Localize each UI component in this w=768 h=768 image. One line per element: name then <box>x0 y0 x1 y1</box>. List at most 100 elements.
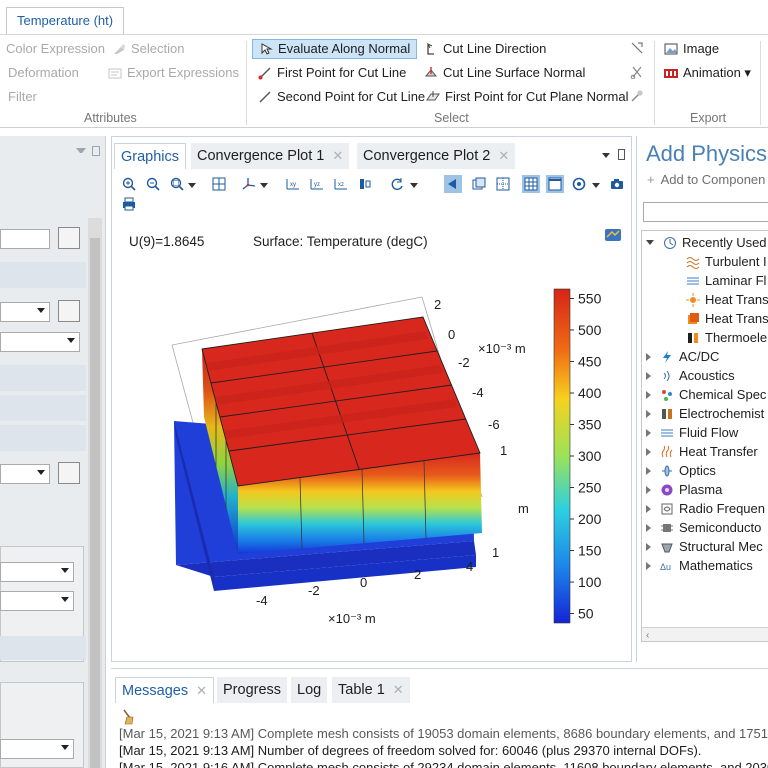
pin-icon[interactable] <box>92 146 100 156</box>
tree-item-recent[interactable]: Thermoele <box>686 328 767 347</box>
tree-node-category[interactable]: Fluid Flow <box>646 423 738 442</box>
camera-icon[interactable] <box>610 177 624 191</box>
tree-node-category[interactable]: Structural Mec <box>646 537 763 556</box>
tree-node-category[interactable]: Semiconducto <box>646 518 761 537</box>
expand-icon[interactable] <box>646 371 651 380</box>
export-expressions-button[interactable]: Export Expressions <box>108 63 239 83</box>
tree-item-recent[interactable]: Laminar Fl <box>686 271 766 290</box>
scroll-left-icon[interactable]: ‹ <box>646 630 649 641</box>
view-orientation-icon[interactable] <box>358 177 372 191</box>
expand-icon[interactable] <box>646 390 651 399</box>
expand-icon[interactable] <box>646 409 651 418</box>
section-header[interactable] <box>0 365 86 391</box>
deformation-button[interactable]: Deformation <box>8 63 79 83</box>
expand-icon[interactable] <box>646 352 651 361</box>
settings-select[interactable] <box>0 332 80 352</box>
cut-tool-icon[interactable] <box>630 65 644 79</box>
filter-button[interactable]: Filter <box>8 87 37 107</box>
chevron-down-icon[interactable] <box>592 183 600 188</box>
close-icon[interactable]: ✕ <box>332 148 343 163</box>
settings-select[interactable] <box>0 302 50 322</box>
tree-node-category[interactable]: Chemical Spec <box>646 385 766 404</box>
temperature-3d-plot[interactable]: 2 0 -2 -4 -6 ×10⁻³ m 1 m 1 -4 -2 0 2 4 ×… <box>152 277 542 637</box>
tree-item-recent[interactable]: Heat Trans <box>686 309 768 328</box>
render-settings-icon[interactable] <box>572 177 586 191</box>
transparency-icon[interactable] <box>472 177 486 191</box>
scene-light-icon[interactable] <box>444 175 462 193</box>
tab-table-1[interactable]: Table 1 ✕ <box>332 677 410 703</box>
settings-select[interactable] <box>0 591 74 611</box>
chevron-down-icon[interactable] <box>410 183 418 188</box>
tab-convergence-plot-1[interactable]: Convergence Plot 1 ✕ <box>191 143 350 169</box>
first-point-cut-line-button[interactable]: First Point for Cut Line <box>258 63 406 83</box>
chevron-down-icon[interactable] <box>188 183 196 188</box>
tree-item-recent[interactable]: Heat Trans <box>686 290 768 309</box>
cut-line-surface-normal-button[interactable]: Cut Line Surface Normal <box>424 63 585 83</box>
tree-node-category[interactable]: Optics <box>646 461 716 480</box>
close-icon[interactable]: ✕ <box>393 682 404 697</box>
expand-icon[interactable] <box>646 523 651 532</box>
color-expression-button[interactable]: Color Expression <box>6 39 105 59</box>
view-xz-icon[interactable]: xz <box>334 177 348 191</box>
tab-messages[interactable]: Messages ✕ <box>115 677 214 703</box>
zoom-out-icon[interactable] <box>146 177 160 191</box>
panel-menu-icon[interactable] <box>76 148 86 153</box>
tree-node-category[interactable]: Radio Frequen <box>646 499 765 518</box>
selection-button[interactable]: Selection <box>112 39 184 59</box>
tree-node-category[interactable]: AC/DC <box>646 347 719 366</box>
zoom-extents-icon[interactable] <box>212 177 226 191</box>
tab-progress[interactable]: Progress <box>217 677 288 703</box>
plot-settings-icon[interactable] <box>630 41 644 55</box>
animation-export-button[interactable]: Animation ▾ <box>664 63 751 83</box>
settings-select[interactable] <box>0 739 74 759</box>
tab-menu-icon[interactable] <box>602 153 610 158</box>
tree-node-category[interactable]: Heat Transfer <box>646 442 758 461</box>
section-header[interactable] <box>0 395 86 421</box>
evaluate-along-normal-button[interactable]: Evaluate Along Normal <box>252 39 418 59</box>
first-point-cut-plane-normal-button[interactable]: First Point for Cut Plane Normal <box>426 87 629 107</box>
expand-icon[interactable] <box>646 485 651 494</box>
settings-input[interactable] <box>0 229 50 249</box>
section-header[interactable] <box>0 636 86 660</box>
print-icon[interactable] <box>122 197 136 211</box>
settings-select[interactable] <box>0 464 50 484</box>
pin-icon[interactable] <box>618 149 625 160</box>
tree-item-recent[interactable]: Turbulent I <box>686 252 767 271</box>
tree-node-category[interactable]: Electrochemist <box>646 404 764 423</box>
expand-icon[interactable] <box>646 240 654 245</box>
section-header[interactable] <box>0 262 86 288</box>
close-icon[interactable]: ✕ <box>196 683 207 698</box>
settings-select[interactable] <box>0 562 74 582</box>
tree-node-category[interactable]: Δu Mathematics <box>646 556 753 575</box>
expand-icon[interactable] <box>646 447 651 456</box>
chevron-down-icon[interactable] <box>260 183 268 188</box>
tree-node-category[interactable]: Acoustics <box>646 366 735 385</box>
expand-icon[interactable] <box>646 466 651 475</box>
add-to-component-button[interactable]: + Add to Componen <box>647 172 765 187</box>
expand-icon[interactable] <box>646 504 651 513</box>
axis-box-icon[interactable] <box>546 175 564 193</box>
cut-line-direction-button[interactable]: Cut Line Direction <box>424 39 546 59</box>
grid-icon[interactable] <box>522 175 540 193</box>
settings-link-button[interactable] <box>58 300 80 322</box>
clear-messages-icon[interactable] <box>121 709 135 725</box>
wireframe-icon[interactable] <box>496 177 510 191</box>
settings-link-button[interactable] <box>58 462 80 484</box>
vertical-scrollbar[interactable] <box>88 218 102 768</box>
zoom-box-icon[interactable] <box>170 177 184 191</box>
expand-icon[interactable] <box>646 542 651 551</box>
probe-icon[interactable] <box>630 89 644 103</box>
expand-icon[interactable] <box>646 561 651 570</box>
physics-search-input[interactable] <box>643 202 768 222</box>
second-point-cut-line-button[interactable]: Second Point for Cut Line <box>258 87 425 107</box>
plot-settings-icon[interactable] <box>604 228 622 242</box>
axis-orientation-icon[interactable] <box>242 177 256 191</box>
settings-edit-button[interactable] <box>58 227 80 249</box>
tree-node-category[interactable]: Plasma <box>646 480 722 499</box>
tab-graphics[interactable]: Graphics <box>114 143 187 169</box>
horizontal-scrollbar[interactable]: ‹ <box>642 627 768 641</box>
scrollbar-thumb[interactable] <box>90 238 100 768</box>
rotate-icon[interactable] <box>390 177 404 191</box>
view-xy-icon[interactable]: xy <box>286 177 300 191</box>
section-header[interactable] <box>0 425 86 451</box>
